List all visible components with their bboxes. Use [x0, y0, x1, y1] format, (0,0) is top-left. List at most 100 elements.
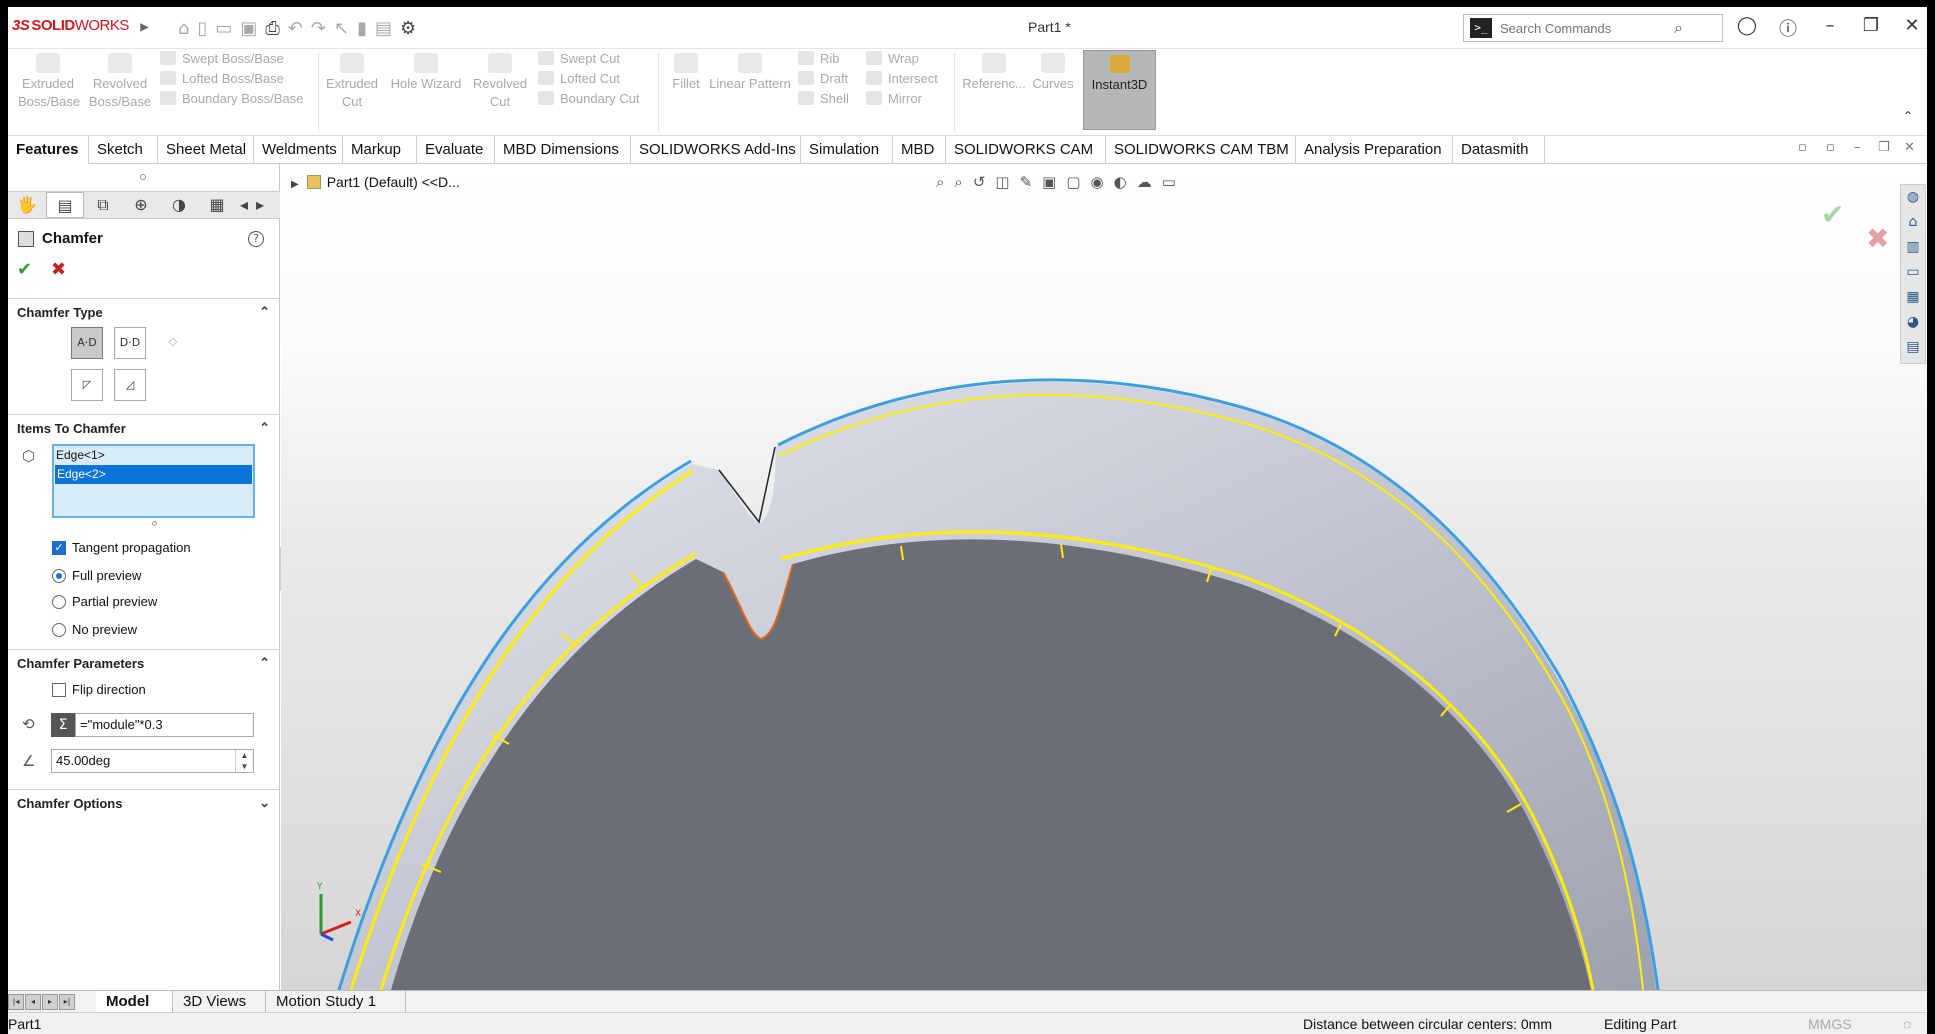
tabs-right-arrow-icon[interactable]: ▸: [252, 192, 268, 218]
flip-direction-checkbox[interactable]: [52, 682, 66, 697]
open-icon[interactable]: ▭: [215, 18, 232, 39]
chamfer-type-section[interactable]: Chamfer Type ⌃: [8, 298, 280, 322]
doc-close-button[interactable]: ✕: [1904, 140, 1915, 155]
offset-face-type-button[interactable]: ◸: [71, 369, 103, 401]
list-item[interactable]: Edge<2>: [55, 465, 252, 484]
configuration-manager-tab-icon[interactable]: ⧉: [84, 192, 122, 218]
boundary-boss-button[interactable]: Boundary Boss/Base: [160, 91, 303, 106]
chevron-down-icon[interactable]: ⌄: [259, 795, 270, 811]
extruded-boss-button[interactable]: Extruded Boss/Base: [18, 53, 80, 111]
curves-button[interactable]: Curves: [1028, 53, 1078, 93]
confirm-cancel-icon[interactable]: ✖: [1866, 222, 1889, 255]
items-to-chamfer-section[interactable]: Items To Chamfer ⌃: [8, 414, 280, 438]
home-icon[interactable]: ⌂: [178, 18, 189, 39]
doc-restore-button[interactable]: ❐: [1878, 140, 1890, 155]
tab-solidworks-cam-tbm[interactable]: SOLIDWORKS CAM TBM: [1106, 136, 1296, 164]
wrap-button[interactable]: Wrap: [866, 51, 919, 66]
chamfer-options-section[interactable]: Chamfer Options ⌄: [8, 789, 280, 813]
hide-show-icon[interactable]: ◉: [1091, 173, 1104, 191]
linear-pattern-button[interactable]: Linear Pattern: [704, 53, 796, 93]
chevron-up-icon[interactable]: ⌃: [259, 304, 270, 320]
display-manager-tab-icon[interactable]: ◑: [160, 192, 198, 218]
list-item[interactable]: Edge<1>: [54, 446, 253, 465]
logo-menu-arrow-icon[interactable]: ▶: [141, 22, 149, 33]
tab-motion-study[interactable]: Motion Study 1: [266, 991, 406, 1013]
instant3d-button[interactable]: Instant3D: [1083, 50, 1156, 130]
mirror-button[interactable]: Mirror: [866, 91, 922, 106]
panel-splitter-handle[interactable]: [140, 174, 146, 180]
feature-manager-tab-icon[interactable]: 🖐: [8, 192, 46, 218]
cam-tab-icon[interactable]: ▦: [198, 192, 236, 218]
shell-button[interactable]: Shell: [798, 91, 849, 106]
tab-simulation[interactable]: Simulation: [801, 136, 893, 164]
swept-boss-button[interactable]: Swept Boss/Base: [160, 51, 284, 66]
tangent-propagation-checkbox[interactable]: ✓: [52, 540, 66, 555]
previous-view-icon[interactable]: ↺: [973, 173, 986, 191]
edit-appearance-icon[interactable]: ◐: [1114, 173, 1127, 191]
search-icon[interactable]: ⌕: [1674, 18, 1683, 38]
rebuild-icon[interactable]: ▮: [357, 18, 367, 39]
save-icon[interactable]: ▣: [240, 18, 257, 39]
design-library-icon[interactable]: ▥: [1901, 235, 1925, 260]
tab-datasmith[interactable]: Datasmith: [1453, 136, 1545, 164]
zoom-to-fit-icon[interactable]: ⌕: [936, 173, 944, 191]
status-units[interactable]: MMGS: [1808, 1016, 1852, 1032]
no-preview-radio[interactable]: [52, 622, 66, 637]
angle-distance-type-button[interactable]: A·D: [71, 327, 103, 359]
doc-minimize-button[interactable]: –: [1854, 140, 1861, 155]
tab-sheet-metal[interactable]: Sheet Metal: [158, 136, 254, 164]
minimize-button[interactable]: –: [1816, 15, 1844, 36]
ok-checkmark-icon[interactable]: ✔: [17, 259, 32, 280]
view-orientation-icon[interactable]: ▣: [1042, 173, 1056, 191]
zoom-to-area-icon[interactable]: ⌕: [954, 173, 962, 191]
rebuild-status-icon[interactable]: ◌: [1903, 1016, 1911, 1032]
lofted-cut-button[interactable]: Lofted Cut: [538, 71, 620, 86]
chevron-up-icon[interactable]: ⌃: [259, 420, 270, 436]
tab-3d-views[interactable]: 3D Views: [173, 991, 266, 1013]
collapse-ribbon-icon[interactable]: ⌃: [1903, 109, 1913, 123]
tab-evaluate[interactable]: Evaluate: [417, 136, 495, 164]
cancel-x-icon[interactable]: ✖: [51, 259, 66, 280]
feature-tree-flyout[interactable]: ▶ Part1 (Default) <<D...: [291, 174, 460, 190]
last-tab-icon[interactable]: ▸|: [59, 994, 75, 1010]
chevron-up-icon[interactable]: ⌃: [259, 655, 270, 671]
search-input[interactable]: [1500, 20, 1670, 36]
intersect-button[interactable]: Intersect: [866, 71, 938, 86]
tab-solidworks-cam[interactable]: SOLIDWORKS CAM: [946, 136, 1106, 164]
boundary-cut-button[interactable]: Boundary Cut: [538, 91, 640, 106]
tile-icon[interactable]: ▫: [1798, 140, 1807, 155]
tabs-left-arrow-icon[interactable]: ◂: [236, 192, 252, 218]
edges-listbox[interactable]: Edge<1> Edge<2>: [52, 444, 255, 518]
confirm-ok-icon[interactable]: ✔: [1821, 198, 1844, 231]
partial-preview-option[interactable]: Partial preview: [52, 594, 157, 609]
face-face-type-button[interactable]: ◿: [114, 369, 146, 401]
reference-geometry-button[interactable]: Referenc...: [960, 53, 1028, 93]
search-commands[interactable]: >_ ⌕: [1463, 14, 1723, 42]
view-settings-icon[interactable]: ▭: [1162, 173, 1176, 191]
vertex-type-button[interactable]: ◇: [157, 327, 189, 359]
help-button[interactable]: ?: [248, 231, 264, 247]
print-icon[interactable]: ⎙: [265, 18, 279, 39]
tab-solidworks-addins[interactable]: SOLIDWORKS Add-Ins: [631, 136, 801, 164]
prev-tab-icon[interactable]: ◂: [25, 994, 41, 1010]
select-icon[interactable]: ↖: [334, 18, 349, 39]
gear-model[interactable]: Y X: [281, 164, 1927, 990]
chamfer-parameters-section[interactable]: Chamfer Parameters ⌃: [8, 649, 280, 673]
distance-field[interactable]: ="module"*0.3: [75, 713, 254, 737]
tangent-propagation-option[interactable]: ✓ Tangent propagation: [52, 540, 191, 555]
tab-mbd[interactable]: MBD: [893, 136, 946, 164]
options-gear-icon[interactable]: ⚙: [400, 18, 416, 39]
distance-distance-type-button[interactable]: D·D: [114, 327, 146, 359]
tab-markup[interactable]: Markup: [343, 136, 417, 164]
help-icon[interactable]: ⓘ: [1774, 15, 1802, 41]
hole-wizard-button[interactable]: Hole Wizard: [388, 53, 464, 93]
flip-direction-option[interactable]: Flip direction: [52, 682, 146, 697]
revolved-boss-button[interactable]: Revolved Boss/Base: [88, 53, 152, 111]
full-preview-option[interactable]: Full preview: [52, 568, 141, 583]
angle-spinner[interactable]: ▲ ▼: [235, 750, 253, 772]
extruded-cut-button[interactable]: Extruded Cut: [326, 53, 378, 111]
solidworks-logo[interactable]: 3S SOLIDWORKS ▶: [12, 17, 148, 34]
tab-features[interactable]: Features: [8, 136, 89, 164]
solidworks-resources-icon[interactable]: ◍: [1901, 185, 1925, 210]
redo-icon[interactable]: ↷: [311, 18, 326, 39]
